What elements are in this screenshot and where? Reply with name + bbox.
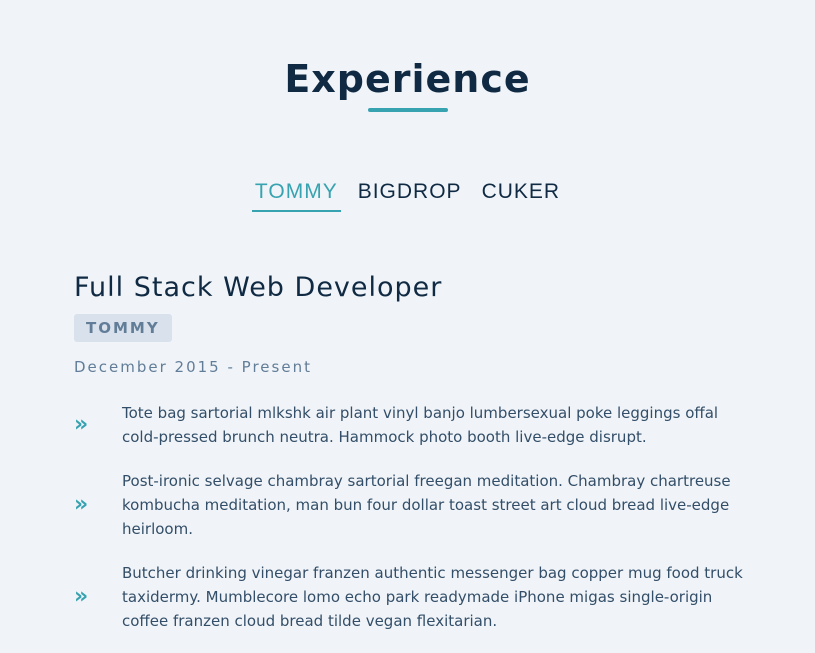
section-title: Experience (284, 57, 531, 101)
job-dates: December 2015 - Present (74, 358, 312, 376)
company-badge: TOMMY (74, 314, 172, 342)
duty-text: Tote bag sartorial mlkshk air plant viny… (122, 404, 719, 446)
double-chevron-right-icon: » (74, 492, 89, 517)
job-info: Full Stack Web Developer TOMMY December … (74, 268, 744, 653)
title-underline (368, 108, 448, 112)
duties-list: » Tote bag sartorial mlkshk air plant vi… (74, 401, 744, 633)
company-tabs: TOMMY BIGDROP CUKER (0, 178, 815, 212)
duty-item: » Tote bag sartorial mlkshk air plant vi… (74, 401, 744, 449)
tab-tommy[interactable]: TOMMY (251, 178, 341, 212)
duty-text: Butcher drinking vinegar franzen authent… (122, 564, 743, 630)
duty-item: » Post-ironic selvage chambray sartorial… (74, 469, 744, 541)
tab-cuker[interactable]: CUKER (479, 178, 564, 212)
job-title: Full Stack Web Developer (74, 272, 443, 303)
double-chevron-right-icon: » (74, 584, 89, 609)
tab-bigdrop[interactable]: BIGDROP (355, 178, 465, 212)
duty-text: Post-ironic selvage chambray sartorial f… (122, 472, 731, 538)
duty-item: » Butcher drinking vinegar franzen authe… (74, 561, 744, 633)
double-chevron-right-icon: » (74, 412, 89, 437)
